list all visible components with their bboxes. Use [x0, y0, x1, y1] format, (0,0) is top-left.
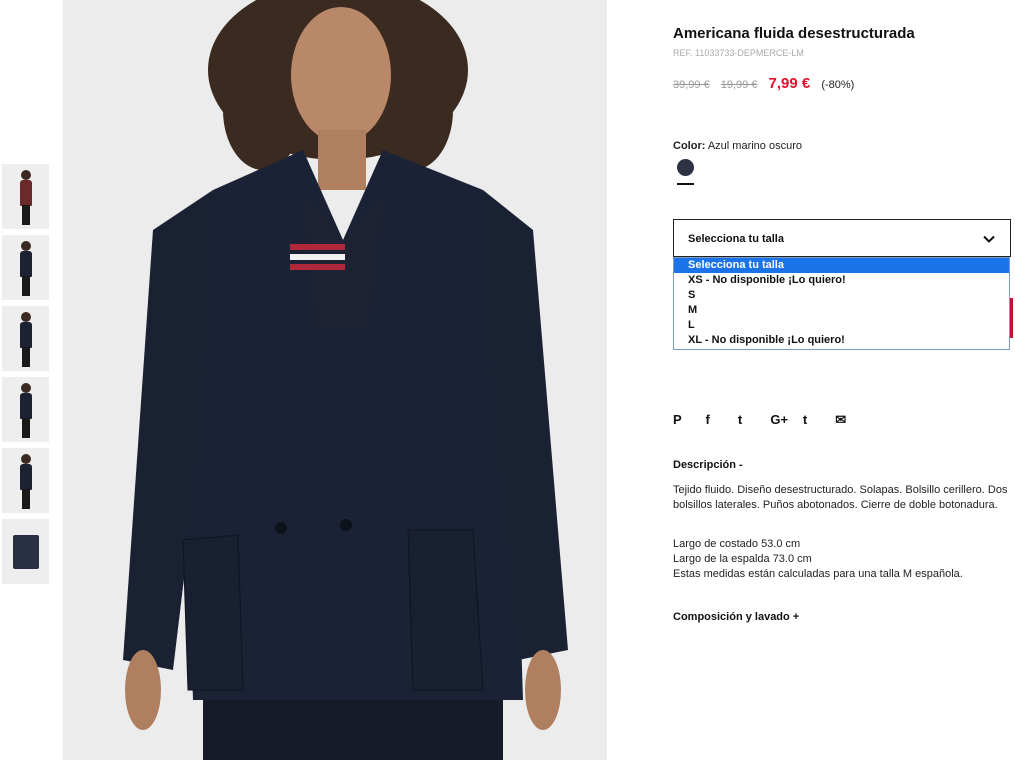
composition-toggle[interactable]: Composición y lavado +	[673, 611, 799, 623]
description-toggle[interactable]: Descripción -	[673, 459, 743, 471]
size-option-xl[interactable]: XL - No disponible ¡Lo quiero!	[674, 333, 1009, 348]
thumbnail-2[interactable]	[2, 235, 49, 300]
size-option-l[interactable]: L	[674, 318, 1009, 333]
color-value: Azul marino oscuro	[707, 140, 802, 152]
thumbnail-5[interactable]	[2, 448, 49, 513]
description-text: Tejido fluido. Diseño desestructurado. S…	[673, 484, 1008, 511]
thumbnail-list	[2, 164, 50, 590]
discount-percentage: (-80%)	[821, 79, 855, 91]
color-swatch-navy[interactable]	[677, 159, 694, 176]
size-select-value: Selecciona tu talla	[688, 233, 784, 245]
measure-back-length: Largo de la espalda 73.0 cm	[673, 553, 812, 565]
size-dropdown-list: Selecciona tu talla XS - No disponible ¡…	[673, 257, 1010, 350]
measurements: Largo de costado 53.0 cm Largo de la esp…	[673, 537, 1013, 582]
size-option-m[interactable]: M	[674, 303, 1009, 318]
product-title: Americana fluida desestructurada	[673, 25, 915, 42]
product-main-image[interactable]	[63, 0, 607, 760]
size-option-xs[interactable]: XS - No disponible ¡Lo quiero!	[674, 273, 1009, 288]
size-select[interactable]: Selecciona tu talla	[673, 219, 1011, 257]
thumbnail-6[interactable]	[2, 519, 49, 584]
color-info: Color: Azul marino oscuro	[673, 140, 802, 152]
current-price: 7,99 €	[768, 75, 811, 92]
previous-price: 19,99 €	[720, 79, 758, 91]
add-to-cart-button-edge[interactable]	[1010, 298, 1013, 338]
thumbnail-4[interactable]	[2, 377, 49, 442]
color-label: Color:	[673, 140, 706, 152]
measure-note: Estas medidas están calculadas para una …	[673, 568, 963, 580]
price-row: 39,99 € 19,99 € 7,99 € (-80%)	[673, 75, 854, 92]
thumbnail-1[interactable]	[2, 164, 49, 229]
size-option-placeholder[interactable]: Selecciona tu talla	[674, 258, 1009, 273]
model-illustration	[63, 0, 607, 760]
product-reference: REF. 11033733-DEPMERCE-LM	[673, 48, 804, 58]
social-share-bar: P f t G+ t ✉	[673, 411, 863, 429]
facebook-icon[interactable]: f	[705, 412, 733, 430]
original-price: 39,99 €	[673, 79, 710, 91]
thumbnail-3[interactable]	[2, 306, 49, 371]
chevron-down-icon	[983, 235, 995, 243]
selected-swatch-indicator	[677, 183, 694, 185]
email-icon[interactable]: ✉	[835, 412, 863, 430]
twitter-icon[interactable]: t	[738, 412, 766, 430]
pinterest-icon[interactable]: P	[673, 412, 701, 430]
size-option-s[interactable]: S	[674, 288, 1009, 303]
tumblr-icon[interactable]: t	[803, 412, 831, 430]
measure-side-length: Largo de costado 53.0 cm	[673, 538, 801, 550]
google-plus-icon[interactable]: G+	[770, 412, 798, 430]
